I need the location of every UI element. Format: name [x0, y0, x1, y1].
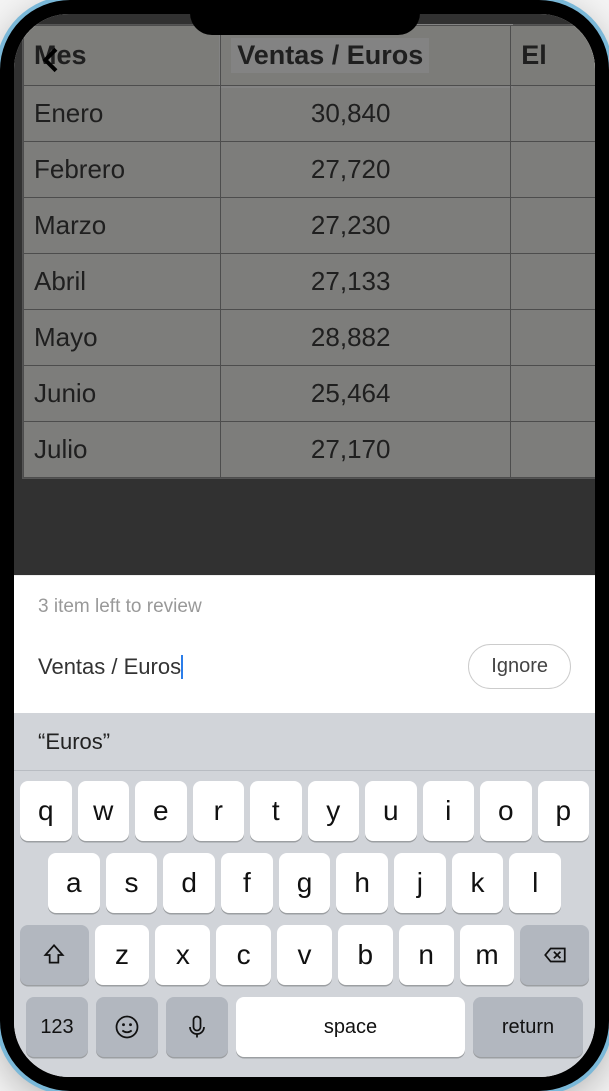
key-z[interactable]: z	[95, 925, 150, 985]
text-cursor	[181, 655, 183, 679]
key-c[interactable]: c	[216, 925, 271, 985]
scrim-overlay	[14, 14, 595, 575]
key-i[interactable]: i	[423, 781, 475, 841]
key-row-bottom: 123 space return	[20, 997, 589, 1069]
key-q[interactable]: q	[20, 781, 72, 841]
mic-icon	[183, 1013, 211, 1041]
key-l[interactable]: l	[509, 853, 561, 913]
emoji-key[interactable]	[96, 997, 158, 1057]
key-row-2: a s d f g h j k l	[20, 853, 589, 913]
key-u[interactable]: u	[365, 781, 417, 841]
key-t[interactable]: t	[250, 781, 302, 841]
key-b[interactable]: b	[338, 925, 393, 985]
review-status-text: 3 item left to review	[14, 576, 595, 634]
space-key[interactable]: space	[236, 997, 465, 1057]
key-p[interactable]: p	[538, 781, 590, 841]
key-o[interactable]: o	[480, 781, 532, 841]
ignore-button[interactable]: Ignore	[468, 644, 571, 689]
key-n[interactable]: n	[399, 925, 454, 985]
notch	[190, 0, 420, 35]
backspace-key[interactable]	[520, 925, 589, 985]
key-d[interactable]: d	[163, 853, 215, 913]
key-k[interactable]: k	[452, 853, 504, 913]
back-button[interactable]	[36, 44, 68, 81]
numbers-key[interactable]: 123	[26, 997, 88, 1057]
key-g[interactable]: g	[279, 853, 331, 913]
key-row-3: z x c v b n m	[20, 925, 589, 985]
key-r[interactable]: r	[193, 781, 245, 841]
key-e[interactable]: e	[135, 781, 187, 841]
key-j[interactable]: j	[394, 853, 446, 913]
suggestion-bar: “Euros”	[14, 713, 595, 771]
chevron-left-icon	[36, 44, 68, 76]
keyboard: “Euros” q w e r t y u i o p a s	[14, 713, 595, 1077]
key-m[interactable]: m	[460, 925, 515, 985]
emoji-icon	[113, 1013, 141, 1041]
key-h[interactable]: h	[336, 853, 388, 913]
return-key[interactable]: return	[473, 997, 583, 1057]
dictation-key[interactable]	[166, 997, 228, 1057]
shift-icon	[41, 942, 67, 968]
key-f[interactable]: f	[221, 853, 273, 913]
review-input-value: Ventas / Euros	[38, 654, 181, 679]
shift-key[interactable]	[20, 925, 89, 985]
review-panel: 3 item left to review Ventas / Euros Ign…	[14, 575, 595, 713]
phone-frame: Mes Ventas / Euros El Enero30,840 Febrer…	[0, 0, 609, 1091]
key-v[interactable]: v	[277, 925, 332, 985]
backspace-icon	[542, 942, 568, 968]
key-a[interactable]: a	[48, 853, 100, 913]
key-y[interactable]: y	[308, 781, 360, 841]
key-s[interactable]: s	[106, 853, 158, 913]
screen: Mes Ventas / Euros El Enero30,840 Febrer…	[14, 14, 595, 1077]
review-input[interactable]: Ventas / Euros	[38, 654, 452, 680]
document-area: Mes Ventas / Euros El Enero30,840 Febrer…	[14, 14, 595, 575]
key-row-1: q w e r t y u i o p	[20, 781, 589, 841]
key-w[interactable]: w	[78, 781, 130, 841]
key-x[interactable]: x	[155, 925, 210, 985]
suggestion-item[interactable]: “Euros”	[38, 729, 110, 755]
